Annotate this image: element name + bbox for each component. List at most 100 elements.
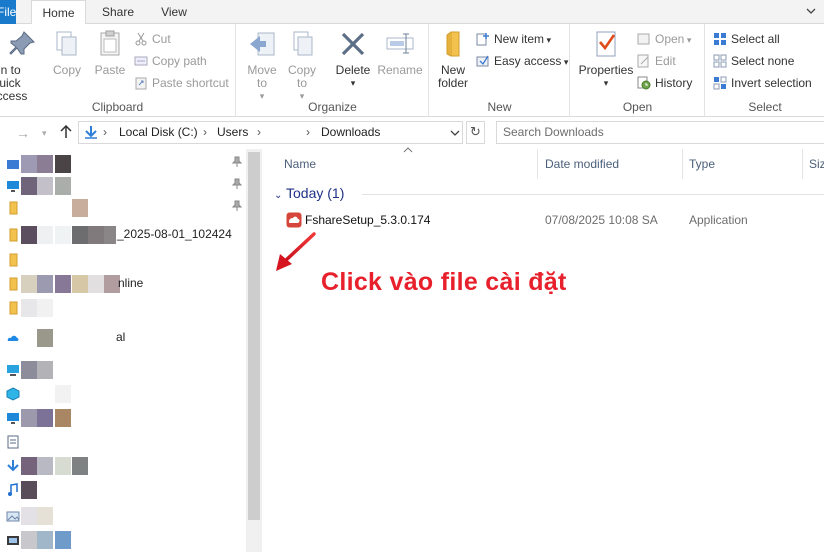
nav-item[interactable]	[0, 431, 245, 453]
documents-icon	[6, 435, 20, 449]
nav-item[interactable]	[0, 383, 245, 405]
properties-button[interactable]: Properties ▾	[575, 28, 637, 90]
recent-locations-chevron-icon[interactable]: ▾	[42, 128, 47, 139]
nav-item[interactable]	[0, 505, 245, 527]
desktop-icon	[6, 179, 20, 193]
edit-button[interactable]: Edit	[637, 51, 676, 71]
ribbon-expand-chevron-icon[interactable]	[804, 4, 818, 18]
redacted-block	[37, 299, 53, 317]
refresh-icon[interactable]: ↻	[466, 121, 485, 144]
delete-button[interactable]: Delete ▾	[333, 28, 373, 90]
search-input[interactable]: Search Downloads	[496, 121, 824, 144]
folder-icon	[6, 201, 20, 215]
clipboard-group-label: Clipboard	[91, 100, 144, 114]
nav-item[interactable]	[0, 249, 245, 271]
ribbon-tab-bar: File Home Share View	[0, 0, 824, 25]
nav-item[interactable]	[0, 297, 245, 319]
nav-item[interactable]	[0, 153, 245, 175]
redacted-block	[21, 409, 37, 427]
column-divider[interactable]	[682, 149, 683, 179]
column-header-size[interactable]: Siz	[809, 157, 824, 171]
pin-to-quick-access-button[interactable]: Pin to Quick access	[0, 28, 48, 103]
new-folder-button[interactable]: New folder	[434, 28, 472, 90]
up-arrow-icon[interactable]	[60, 124, 72, 142]
new-item-label: New item	[494, 32, 545, 46]
easy-access-button[interactable]: Easy access ▾	[476, 51, 568, 71]
copy-path-label: Copy path	[152, 54, 207, 68]
address-dropdown-chevron-icon[interactable]	[450, 125, 460, 141]
redacted-block	[37, 457, 53, 475]
pin-icon[interactable]	[231, 200, 243, 215]
breadcrumb-users[interactable]: Users	[217, 125, 248, 139]
redacted-block	[55, 177, 71, 195]
redacted-block	[21, 226, 37, 244]
column-header-name[interactable]: Name	[284, 157, 316, 171]
properties-label: Properties	[578, 63, 634, 77]
copy-to-icon	[286, 28, 318, 60]
rename-button[interactable]: Rename	[377, 28, 423, 77]
new-folder-icon	[437, 28, 469, 60]
address-bar[interactable]: › Local Disk (C:) › Users › › Downloads	[78, 121, 463, 144]
tab-file[interactable]: File	[0, 0, 16, 24]
tab-view[interactable]: View	[151, 0, 197, 24]
nav-item-label: nline	[118, 276, 144, 290]
breadcrumb-local-disk[interactable]: Local Disk (C:)	[119, 125, 198, 139]
pin-icon[interactable]	[231, 178, 243, 193]
move-to-button[interactable]: Move to ▾	[245, 28, 279, 103]
clipboard-group: Pin to Quick access Copy Paste Cut Copy …	[0, 24, 236, 117]
redacted-block	[37, 409, 53, 427]
redacted-block	[21, 299, 37, 317]
copy-path-button[interactable]: Copy path	[134, 51, 207, 71]
nav-scrollbar-thumb[interactable]	[248, 152, 260, 520]
nav-item[interactable]	[0, 407, 245, 429]
scissors-icon	[134, 32, 148, 46]
quick-access-icon	[6, 157, 20, 171]
history-button[interactable]: History	[637, 73, 692, 93]
nav-item[interactable]	[0, 175, 245, 197]
group-collapse-chevron-icon[interactable]: ⌄	[274, 190, 286, 201]
tab-home[interactable]: Home	[31, 0, 86, 25]
forward-arrow-icon[interactable]: →	[16, 125, 30, 141]
pin-icon[interactable]	[231, 156, 243, 171]
copy-to-button[interactable]: Copy to ▾	[285, 28, 319, 103]
nav-item[interactable]: nline	[0, 273, 245, 295]
paste-button[interactable]: Paste	[92, 28, 128, 77]
nav-item[interactable]: al	[0, 327, 245, 349]
paste-shortcut-button[interactable]: Paste shortcut	[134, 73, 229, 93]
column-divider[interactable]	[537, 149, 538, 179]
select-all-button[interactable]: Select all	[713, 29, 780, 49]
group-label: Today (1)	[286, 185, 345, 201]
annotation-arrow-icon	[276, 232, 316, 271]
redacted-block	[55, 226, 71, 244]
column-header-type[interactable]: Type	[689, 157, 715, 171]
nav-item[interactable]	[0, 197, 245, 219]
redacted-block	[55, 385, 71, 403]
select-none-button[interactable]: Select none	[713, 51, 794, 71]
nav-item[interactable]: _2025-08-01_102424	[0, 224, 245, 246]
new-item-button[interactable]: New item ▾	[476, 29, 551, 49]
breadcrumb-downloads[interactable]: Downloads	[321, 125, 380, 139]
nav-item[interactable]	[0, 529, 245, 551]
paste-shortcut-label: Paste shortcut	[152, 76, 229, 90]
cut-button[interactable]: Cut	[134, 29, 171, 49]
tab-share[interactable]: Share	[95, 0, 141, 24]
file-name: FshareSetup_5.3.0.174	[305, 213, 431, 227]
column-divider[interactable]	[802, 149, 803, 179]
redacted-block	[21, 457, 37, 475]
select-group-label: Select	[748, 100, 782, 114]
column-header-date-modified[interactable]: Date modified	[545, 157, 619, 171]
redacted-block	[37, 226, 53, 244]
nav-item[interactable]	[0, 479, 245, 501]
organize-group-label: Organize	[308, 100, 357, 114]
open-button[interactable]: Open ▾	[637, 29, 691, 49]
copy-to-label: Copy to	[287, 63, 316, 90]
nav-item[interactable]	[0, 359, 245, 381]
invert-selection-button[interactable]: Invert selection	[713, 73, 812, 93]
copy-button[interactable]: Copy	[50, 28, 84, 77]
nav-item[interactable]	[0, 455, 245, 477]
group-header-today[interactable]: ⌄ Today (1)	[274, 185, 344, 201]
easy-access-label: Easy access	[494, 54, 562, 68]
file-row[interactable]: FshareSetup_5.3.0.174 07/08/2025 10:08 S…	[278, 209, 824, 231]
videos-icon	[6, 533, 20, 547]
pin-label: Pin to Quick access	[0, 63, 28, 103]
